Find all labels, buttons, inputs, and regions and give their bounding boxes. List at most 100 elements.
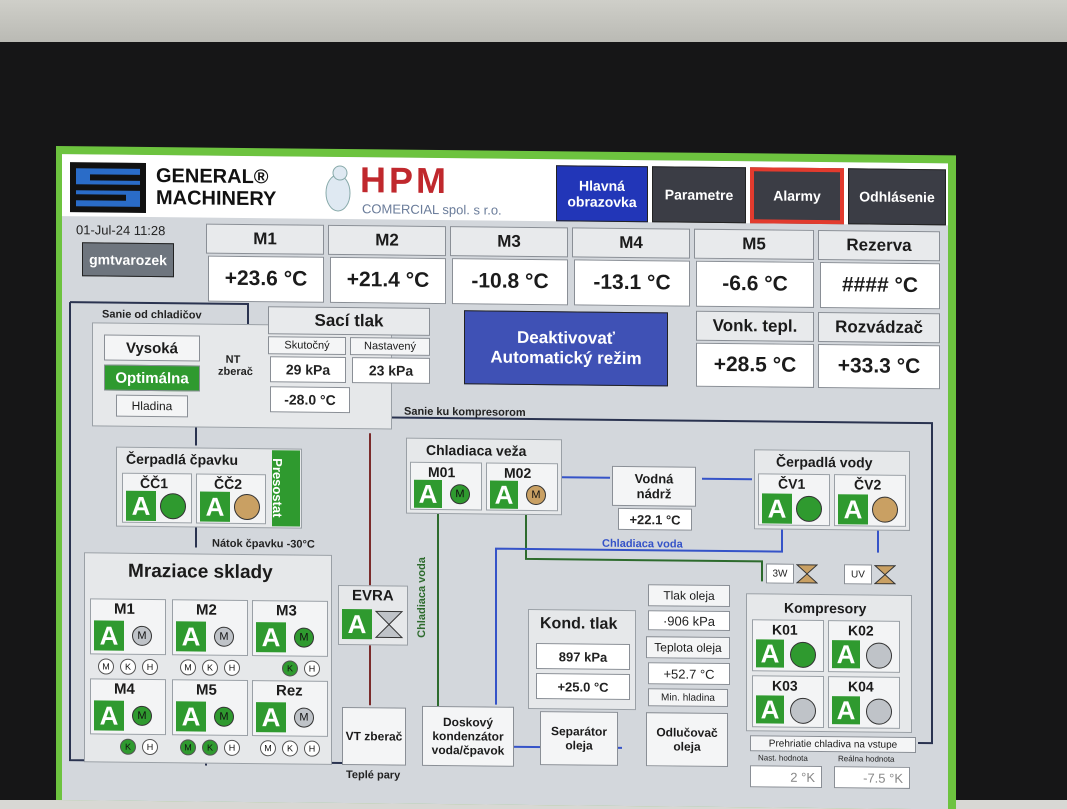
water-pump-2-auto: A <box>838 494 868 525</box>
room-status-marker: K <box>282 740 298 757</box>
hmi-screen: GENERAL® MACHINERY HPM COMERCIAL spol. s… <box>56 146 956 809</box>
room-status-marker: K <box>120 658 136 675</box>
room-status-marker: H <box>304 740 320 757</box>
suction-set-value[interactable]: 23 kPa <box>352 357 430 384</box>
room-status-marker: H <box>224 659 240 676</box>
compressor-label: K02 <box>848 622 874 639</box>
tower-fan-m01-auto: A <box>414 478 442 508</box>
evaporator-motor-icon: M <box>132 625 152 647</box>
room-status-marker: H <box>142 658 158 676</box>
cond-pressure-value: 897 kPa <box>536 643 630 671</box>
room-status-marker: K <box>282 660 298 677</box>
superheat-set-label: Nast. hodnota <box>758 753 808 763</box>
compressor-status-icon <box>866 642 892 669</box>
room-status-marker: H <box>304 660 320 677</box>
room-status-marker: M <box>98 658 114 675</box>
superheat-real-value: -7.5 °K <box>834 766 910 789</box>
compressor-status-icon <box>790 641 816 668</box>
evaporator-motor-icon: M <box>132 705 152 727</box>
suction-to-compressors-label: Sanie ku kompresorom <box>404 405 526 419</box>
suction-actual-label: Skutočný <box>268 336 346 356</box>
presostat-label: Presostat <box>270 458 286 518</box>
plate-condenser[interactable]: Doskový kondenzátor voda/čpavok <box>422 705 514 767</box>
cold-stores-title: Mraziace sklady <box>128 560 273 584</box>
cold-store-room-label: M1 <box>114 600 135 618</box>
cond-pressure-title: Kond. tlak <box>540 615 618 633</box>
oil-min-level: Min. hladina <box>648 688 728 708</box>
ammonia-pump-1-label: ČČ1 <box>140 474 169 492</box>
oil-pressure-label: Tlak oleja <box>648 584 730 608</box>
evaporator-motor-icon: M <box>294 627 314 648</box>
room-status-marker: M <box>180 659 196 676</box>
room-status-marker: K <box>202 739 218 756</box>
compressor-auto: A <box>832 639 860 669</box>
water-pump-2-status-icon <box>872 496 898 523</box>
ammonia-inflow-label: Nátok čpavku -30°C <box>212 537 315 551</box>
ammonia-pump-2-status-icon <box>234 493 260 521</box>
cold-store-room-label: M2 <box>196 601 217 619</box>
hmi-canvas: GENERAL® MACHINERY HPM COMERCIAL spol. s… <box>62 154 948 809</box>
evra-valve-icon <box>374 609 404 639</box>
compressor-auto: A <box>832 695 860 725</box>
oil-temp-label: Teplota oleja <box>646 636 730 660</box>
cold-store-room-label: Rez <box>276 682 303 700</box>
hp-receiver[interactable]: VT zberač <box>342 706 406 766</box>
pipe-tank-pumps <box>702 477 752 481</box>
water-pump-2-label: ČV2 <box>854 476 882 493</box>
oil-drain[interactable]: Odlučovač oleja <box>646 712 728 768</box>
room-status-marker: H <box>224 739 240 756</box>
evra-auto: A <box>342 609 372 640</box>
compressor-auto: A <box>756 638 784 668</box>
cold-store-room-auto: A <box>94 700 124 731</box>
cold-store-room-label: M3 <box>276 602 297 620</box>
oil-temp-value: +52.7 °C <box>648 662 730 686</box>
ammonia-pump-1-status-icon <box>160 493 186 520</box>
compressor-status-icon <box>790 697 816 724</box>
superheat-set-value[interactable]: 2 °K <box>750 765 822 789</box>
tower-fan-m01-motor-icon: M <box>450 484 470 505</box>
valve-3w-icon <box>795 564 819 584</box>
cold-store-room-label: M4 <box>114 680 135 698</box>
oil-separator[interactable]: Separátor oleja <box>540 711 618 766</box>
water-tank-title: Vodná nádrž <box>612 465 696 507</box>
level-label: Hladina <box>116 394 188 418</box>
level-high: Vysoká <box>104 334 200 362</box>
compressor-status-icon <box>866 698 892 725</box>
ammonia-pump-1-auto: A <box>126 490 156 522</box>
ammonia-pump-2-auto: A <box>200 491 230 522</box>
suction-from-coolers-label: Sanie od chladičov <box>102 308 202 322</box>
valve-3w[interactable]: 3W <box>766 563 794 584</box>
room-status-marker: K <box>202 659 218 676</box>
tower-fan-m02-motor-icon: M <box>526 484 546 506</box>
pipe-tower-tank <box>562 476 610 479</box>
evaporator-motor-icon: M <box>214 626 234 647</box>
water-pump-1-status-icon <box>796 495 822 523</box>
cold-store-room-auto: A <box>256 622 286 653</box>
water-pump-1-label: ČV1 <box>778 475 806 492</box>
superheat-title: Prehriatie chladiva na vstupe <box>750 735 916 754</box>
room-status-marker: K <box>120 738 136 755</box>
suction-temp-value: -28.0 °C <box>270 386 350 414</box>
valve-uv-icon <box>873 565 897 585</box>
cold-store-room-label: M5 <box>196 681 217 699</box>
room-status-marker: H <box>142 738 158 756</box>
nt-receiver-label: NT zberač <box>218 353 253 379</box>
ammonia-pumps-title: Čerpadlá čpavku <box>126 450 239 468</box>
compressor-auto: A <box>756 694 784 724</box>
cold-store-room-auto: A <box>94 620 124 651</box>
tower-fan-m02-auto: A <box>490 479 518 509</box>
compressors-title: Kompresory <box>784 599 867 617</box>
compressor-label: K04 <box>848 678 874 695</box>
ammonia-pump-2-label: ČČ2 <box>214 475 243 492</box>
compressor-label: K01 <box>772 621 798 638</box>
cooling-water-vertical-label: Chladiaca voda <box>416 557 428 638</box>
cold-store-room-auto: A <box>176 621 206 652</box>
cooling-tower-title: Chladiaca veža <box>426 441 527 459</box>
valve-uv[interactable]: UV <box>844 564 872 585</box>
superheat-real-label: Reálna hodnota <box>838 754 895 764</box>
cond-temp-value: +25.0 °C <box>536 673 630 701</box>
cold-store-room-auto: A <box>176 701 206 732</box>
room-status-marker: M <box>260 740 276 757</box>
oil-pressure-value: ·906 kPa <box>648 610 730 632</box>
evaporator-motor-icon: M <box>294 707 314 728</box>
